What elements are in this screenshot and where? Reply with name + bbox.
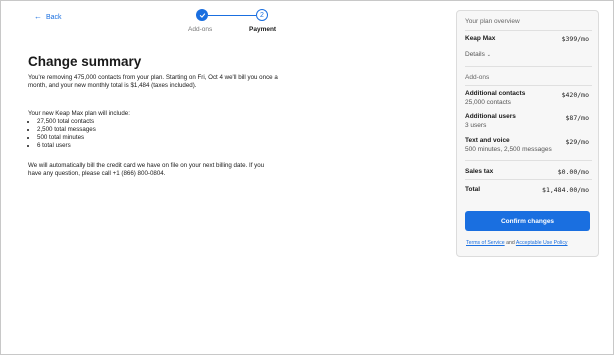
page-title: Change summary	[28, 54, 142, 69]
addons-header: Add-ons	[465, 74, 490, 81]
legal-links: Terms of Service and Acceptable Use Poli…	[466, 240, 568, 246]
addon-name: Additional contacts	[465, 90, 526, 97]
step-addons-complete[interactable]	[196, 9, 208, 21]
plan-price: $399/mo	[561, 35, 589, 43]
addon-price: $87/mo	[565, 114, 589, 122]
confirm-changes-button[interactable]: Confirm changes	[465, 211, 590, 231]
back-link[interactable]: ← Back	[34, 13, 62, 21]
plan-includes-intro: Your new Keap Max plan will include:	[28, 110, 130, 117]
divider	[465, 160, 592, 161]
step-payment-label: Payment	[249, 26, 277, 33]
progress-stepper: 2 Add-ons Payment	[187, 9, 287, 37]
checkout-window: ← Back 2 Add-ons Payment Change summary …	[0, 0, 614, 355]
details-label: Details	[465, 51, 485, 58]
billing-notice-text: We will automatically bill the credit ca…	[28, 162, 265, 177]
sales-tax-label: Sales tax	[465, 168, 494, 175]
addon-name: Additional users	[465, 113, 516, 120]
divider	[465, 66, 592, 67]
addon-price: $29/mo	[565, 138, 589, 146]
terms-of-service-link[interactable]: Terms of Service	[466, 240, 505, 246]
addon-name: Text and voice	[465, 137, 510, 144]
total-value: $1,484.00/mo	[542, 186, 589, 194]
divider	[465, 30, 592, 31]
step-payment-current: 2	[256, 9, 268, 21]
addon-detail: 25,000 contacts	[465, 99, 511, 106]
chevron-down-icon: ⌄	[486, 52, 491, 58]
addon-detail: 3 users	[465, 122, 487, 129]
total-label: Total	[465, 186, 481, 193]
back-label: Back	[46, 13, 62, 21]
plan-overview-panel: Your plan overview Keap Max $399/mo Deta…	[456, 10, 599, 257]
details-toggle[interactable]: Details ⌄	[465, 51, 491, 58]
addon-price: $420/mo	[561, 91, 589, 99]
removal-summary-text: You're removing 475,000 contacts from yo…	[28, 74, 278, 89]
plan-includes-item: 2,500 total messages	[37, 126, 278, 134]
sales-tax-value: $0.00/mo	[557, 168, 589, 176]
plan-includes-list: 27,500 total contacts 2,500 total messag…	[28, 118, 278, 150]
divider	[465, 85, 592, 86]
stepper-connector	[208, 15, 256, 16]
plan-includes-section: Your new Keap Max plan will include: 27,…	[28, 110, 278, 150]
legal-and-text: and	[506, 240, 515, 246]
checkmark-icon	[199, 12, 205, 18]
plan-includes-item: 27,500 total contacts	[37, 118, 278, 126]
plan-includes-item: 6 total users	[37, 142, 278, 150]
acceptable-use-policy-link[interactable]: Acceptable Use Policy	[516, 240, 568, 246]
divider	[465, 179, 592, 180]
addon-detail: 500 minutes, 2,500 messages	[465, 146, 552, 153]
plan-name: Keap Max	[465, 35, 496, 42]
panel-header: Your plan overview	[465, 18, 520, 25]
step-addons-label: Add-ons	[188, 26, 213, 33]
plan-includes-item: 500 total minutes	[37, 134, 278, 142]
back-arrow-icon: ←	[34, 12, 42, 21]
